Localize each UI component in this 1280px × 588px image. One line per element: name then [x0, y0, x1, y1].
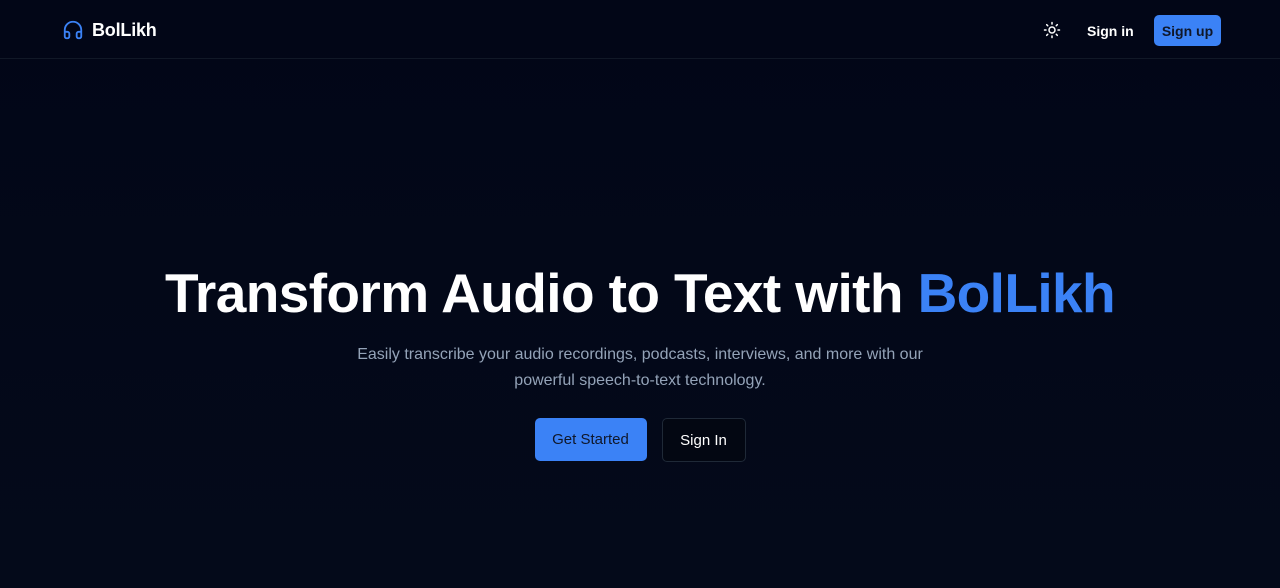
nav-signin-link[interactable]: Sign in [1087, 21, 1134, 41]
headphones-icon [63, 20, 83, 40]
landing-page: BolLikh Sign in Sign up Transform Audio … [0, 0, 1280, 588]
hero-subtitle: Easily transcribe your audio recordings,… [357, 346, 923, 389]
sun-icon [1043, 21, 1061, 39]
get-started-button[interactable]: Get Started [534, 418, 647, 461]
brand-logo[interactable]: BolLikh [62, 19, 157, 41]
navbar: BolLikh Sign in Sign up [0, 0, 1280, 59]
nav-signup-button[interactable]: Sign up [1154, 15, 1221, 46]
theme-toggle-button[interactable] [1040, 18, 1064, 42]
hero-actions: Get Started Sign In [0, 418, 1280, 462]
sign-in-button[interactable]: Sign In [661, 418, 746, 462]
hero-title: Transform Audio to Text with BolLikh [0, 262, 1280, 324]
hero-section: Transform Audio to Text with BolLikh Eas… [0, 262, 1280, 394]
brand-name: BolLikh [92, 19, 157, 40]
hero-title-accent: BolLikh [917, 262, 1116, 324]
hero-title-main: Transform Audio to Text with [164, 262, 918, 324]
